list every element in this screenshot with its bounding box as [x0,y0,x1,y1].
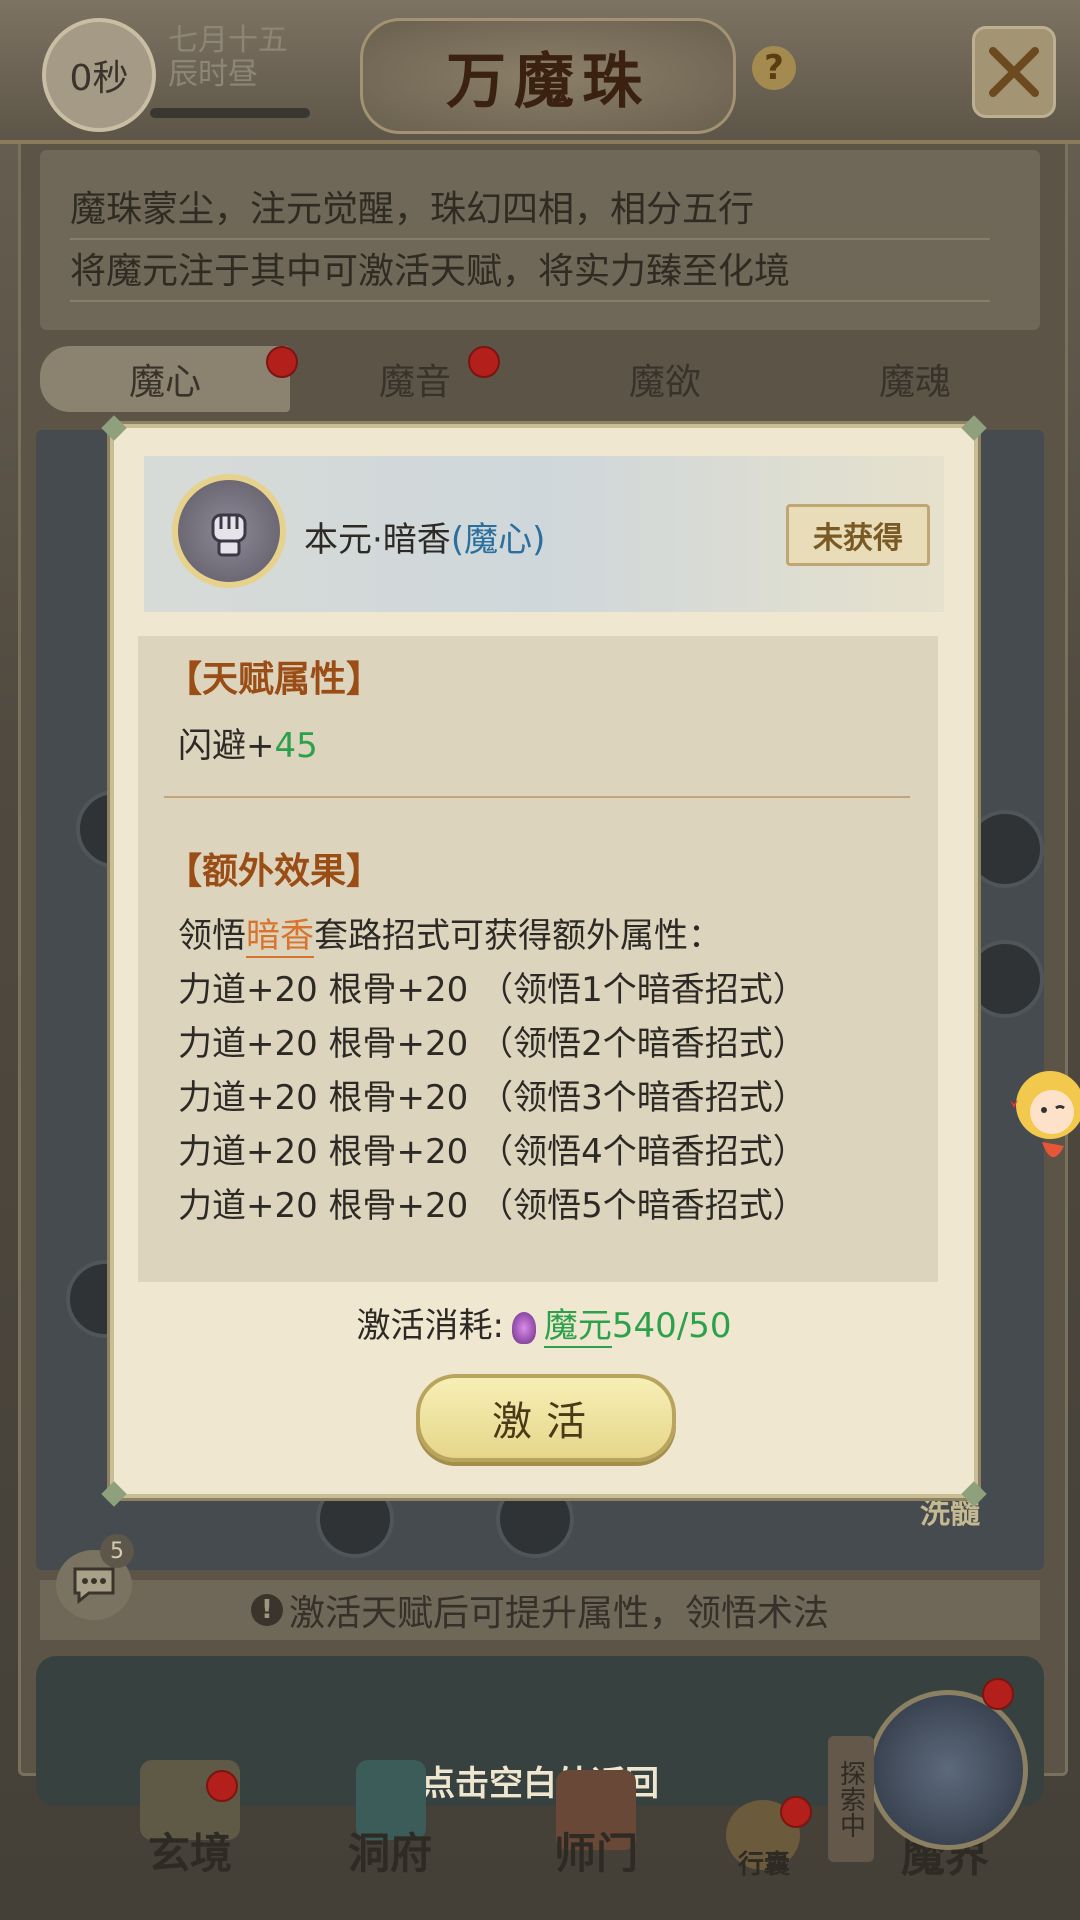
extra-bonus-line: 力道+20 根骨+20 （领悟5个暗香招式） [178,1186,807,1226]
gem-icon [511,1311,536,1344]
timer-bar [150,108,310,118]
exploring-tag: 探索中 [828,1736,874,1862]
page-title: 万魔珠 [446,46,650,117]
attr-value: 45 [274,726,318,766]
attr-name: 闪避+ [178,726,275,766]
tab-moyin[interactable]: 魔音 [290,346,540,412]
talent-section-title: 【天赋属性】 [166,658,383,700]
cost-amount: 540/50 [611,1306,732,1346]
tab-label: 魔欲 [628,362,701,403]
game-date: 七月十五 辰时昼 [168,24,288,92]
mojie-portrait[interactable] [868,1690,1028,1850]
tab-mohun[interactable]: 魔魂 [790,346,1040,412]
skill-title: 本元·暗香 [304,520,451,560]
nav-xingnang[interactable]: 行囊 [724,1844,804,1881]
description-line: 魔珠蒙尘，注元觉醒，珠幻四相，相分五行 [70,180,990,240]
extra-intro-prefix: 领悟 [178,916,246,956]
title-plate: 万魔珠 [360,18,736,134]
date-time: 辰时昼 [168,57,258,92]
extra-section-title: 【额外效果】 [166,850,383,892]
close-button[interactable] [972,26,1056,118]
notification-dot [468,346,500,378]
tab-moxin[interactable]: 魔心 [40,346,298,412]
fist-icon [211,513,247,557]
nav-dongfu[interactable]: 洞府 [330,1820,450,1881]
chat-icon [73,1567,115,1605]
extra-intro-suffix: 套路招式可获得额外属性： [314,916,722,956]
nav-xuanjing[interactable]: 玄境 [130,1820,250,1881]
extra-bonus-line: 力道+20 根骨+20 （领悟1个暗香招式） [178,970,807,1010]
assistant-character[interactable] [1000,1050,1080,1180]
skill-school: (魔心) [450,520,546,560]
cost-resource[interactable]: 魔元 [543,1306,612,1348]
notification-dot [780,1796,812,1828]
set-link[interactable]: 暗香 [246,916,314,958]
notification-dot [206,1770,238,1802]
extra-intro: 领悟暗香套路招式可获得额外属性： [178,908,722,958]
tip-text: 激活天赋后可提升属性，领悟术法 [288,1593,829,1634]
status-badge: 未获得 [786,504,930,566]
nav-shimen[interactable]: 师门 [536,1820,656,1881]
tip-bar: ! 激活天赋后可提升属性，领悟术法 [40,1580,1040,1640]
tab-bar: 魔心 魔音 魔欲 魔魂 [40,346,1040,416]
description-line: 将魔元注于其中可激活天赋，将实力臻至化境 [70,242,990,302]
extra-bonus-line: 力道+20 根骨+20 （领悟2个暗香招式） [178,1024,807,1064]
close-icon [989,47,1039,97]
skill-name: 本元·暗香(魔心) [304,512,545,561]
date-day: 七月十五 [168,23,288,58]
activate-button[interactable]: 激活 [416,1374,676,1462]
exclamation-icon: ! [250,1594,283,1626]
talent-attribute: 闪避+45 [178,718,318,767]
skill-header: 本元·暗香(魔心) 未获得 [144,456,944,612]
extra-bonus-line: 力道+20 根骨+20 （领悟3个暗香招式） [178,1078,807,1118]
chat-badge: 5 [100,1534,134,1568]
divider [164,796,910,798]
timer-display: 0秒 [42,18,156,132]
talent-detail-modal: 本元·暗香(魔心) 未获得 【天赋属性】 闪避+45 【额外效果】 领悟暗香套路… [101,415,987,1507]
tab-moyu[interactable]: 魔欲 [540,346,790,412]
activation-cost: 激活消耗: 魔元540/50 [114,1298,974,1348]
description-box: 魔珠蒙尘，注元觉醒，珠幻四相，相分五行 将魔元注于其中可激活天赋，将实力臻至化境 [40,150,1040,330]
help-button[interactable]: ? [752,46,796,90]
notification-dot [982,1678,1014,1710]
cost-label: 激活消耗: [356,1306,504,1346]
tab-label: 魔心 [128,362,201,403]
tab-label: 魔魂 [878,362,951,403]
tab-label: 魔音 [378,362,451,403]
skill-detail-body: 【天赋属性】 闪避+45 【额外效果】 领悟暗香套路招式可获得额外属性： 力道+… [138,636,938,1282]
extra-bonus-line: 力道+20 根骨+20 （领悟4个暗香招式） [178,1132,807,1172]
skill-icon [172,474,286,588]
character-icon [1010,1071,1080,1158]
